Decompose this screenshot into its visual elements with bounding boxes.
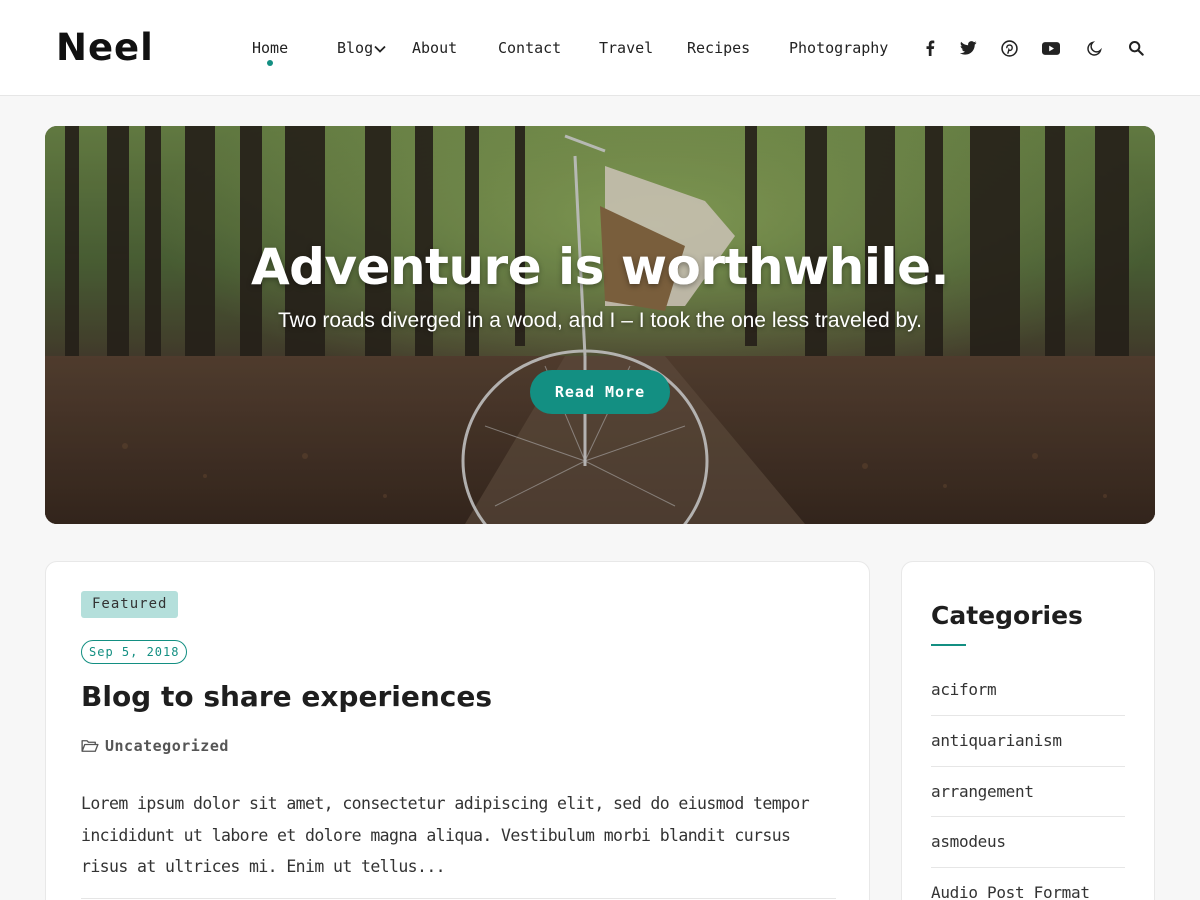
nav-item-label: About bbox=[412, 39, 458, 57]
nav-item-label: Recipes bbox=[687, 39, 751, 57]
nav-item-travel[interactable]: Travel bbox=[599, 38, 653, 58]
search-icon[interactable] bbox=[1126, 38, 1146, 58]
twitter-icon[interactable] bbox=[958, 38, 978, 58]
category-item-asmodeus[interactable]: asmodeus bbox=[931, 817, 1125, 868]
read-more-button[interactable]: Read More bbox=[530, 370, 670, 414]
facebook-icon[interactable] bbox=[920, 38, 940, 58]
category-item-antiquarianism[interactable]: antiquarianism bbox=[931, 716, 1125, 767]
post-excerpt: Lorem ipsum dolor sit amet, consectetur … bbox=[81, 794, 810, 876]
nav-item-blog[interactable]: Blog bbox=[337, 38, 386, 58]
post-date[interactable]: Sep 5, 2018 bbox=[81, 640, 188, 664]
nav-item-label: Home bbox=[252, 39, 289, 57]
nav-item-label: Travel bbox=[599, 39, 654, 57]
nav-item-home[interactable]: Home bbox=[252, 38, 289, 66]
post-category-link[interactable]: Uncategorized bbox=[81, 737, 229, 755]
site-logo[interactable]: Neel bbox=[56, 26, 154, 70]
pinterest-icon[interactable] bbox=[999, 38, 1019, 58]
nav-item-about[interactable]: About bbox=[412, 38, 457, 58]
title-underline bbox=[931, 644, 966, 646]
widget-title: Categories bbox=[931, 601, 1083, 630]
post-card: Featured Sep 5, 2018 Blog to share exper… bbox=[45, 561, 870, 900]
post-title[interactable]: Blog to share experiences bbox=[81, 679, 492, 715]
category-list: aciform antiquarianism arrangement asmod… bbox=[931, 666, 1125, 900]
category-item-aciform[interactable]: aciform bbox=[931, 666, 1125, 716]
nav-item-photography[interactable]: Photography bbox=[789, 38, 888, 58]
hero-title: Adventure is worthwhile. bbox=[250, 238, 950, 296]
divider bbox=[81, 898, 836, 899]
nav-item-label: Blog bbox=[337, 39, 374, 57]
chevron-down-icon bbox=[374, 38, 386, 58]
nav-item-label: Contact bbox=[498, 39, 562, 57]
active-indicator bbox=[267, 60, 274, 66]
nav-item-label: Photography bbox=[789, 39, 889, 57]
category-item-audio-post-format[interactable]: Audio Post Format bbox=[931, 868, 1125, 900]
categories-widget: Categories aciform antiquarianism arrang… bbox=[901, 561, 1155, 900]
nav-item-contact[interactable]: Contact bbox=[498, 38, 561, 58]
youtube-icon[interactable] bbox=[1041, 38, 1061, 58]
hero-subtitle: Two roads diverged in a wood, and I – I … bbox=[278, 309, 922, 332]
post-category-label: Uncategorized bbox=[105, 737, 229, 755]
nav-item-recipes[interactable]: Recipes bbox=[687, 38, 750, 58]
featured-badge[interactable]: Featured bbox=[81, 591, 179, 618]
folder-open-icon bbox=[81, 740, 99, 752]
category-item-arrangement[interactable]: arrangement bbox=[931, 767, 1125, 817]
dark-mode-icon[interactable] bbox=[1084, 38, 1104, 58]
site-header: Neel Home Blog About Contact Travel Reci… bbox=[0, 0, 1200, 96]
